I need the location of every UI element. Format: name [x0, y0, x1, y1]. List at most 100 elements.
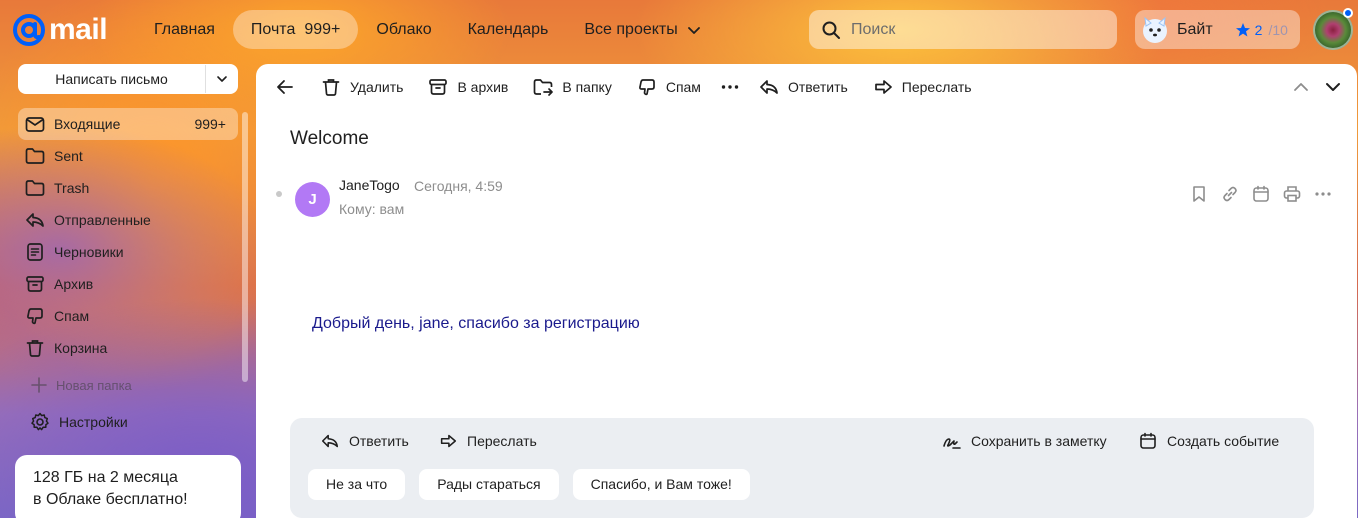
message-body: Добрый день, jane, спасибо за регистраци…: [312, 315, 640, 332]
chevron-down-icon: [687, 26, 700, 34]
sent-icon: [26, 213, 44, 227]
smart-reply-chip[interactable]: Рады стараться: [419, 469, 559, 500]
nav-mail-count: 999+: [304, 21, 341, 38]
nav-calendar[interactable]: Календарь: [450, 10, 567, 49]
spam-button[interactable]: Спам: [636, 64, 701, 110]
forward-button[interactable]: Переслать: [872, 64, 972, 110]
signature-icon: [943, 438, 961, 449]
reply-label: Ответить: [787, 79, 848, 95]
top-nav: Главная Почта 999+ Облако Календарь Все …: [136, 10, 718, 49]
sidebar-item-trash[interactable]: Корзина: [18, 332, 238, 364]
sidebar-item-label: Спам: [54, 308, 90, 324]
quick-reply-label: Ответить: [349, 433, 409, 449]
message-panel: Удалить В архив В папку Спам Ответить Пе…: [256, 64, 1357, 518]
more-button[interactable]: [719, 64, 741, 110]
nav-calendar-label: Календарь: [467, 21, 549, 38]
smart-reply-chip[interactable]: Не за что: [308, 469, 406, 500]
logo-text: mail: [49, 13, 108, 46]
message-nav: [1279, 77, 1343, 97]
move-label: В папку: [562, 79, 612, 95]
sidebar-scrollbar[interactable]: [242, 112, 248, 382]
sidebar-item-sent[interactable]: Отправленные: [18, 204, 238, 236]
arrow-left-icon: [277, 80, 293, 94]
mail-icon: [25, 117, 45, 132]
nav-cloud[interactable]: Облако: [358, 10, 449, 49]
nav-mail[interactable]: Почта 999+: [232, 10, 359, 49]
sidebar-item-inbox[interactable]: Входящие 999+: [18, 108, 238, 140]
save-note-button[interactable]: Сохранить в заметку: [942, 431, 1107, 451]
forward-icon: [440, 434, 457, 448]
calendar-icon: [1140, 432, 1156, 449]
folder-move-icon: [534, 79, 554, 96]
chevron-down-icon: [217, 76, 227, 82]
quick-reply-button[interactable]: Ответить: [320, 431, 409, 451]
sidebar-item-label: Архив: [54, 276, 94, 292]
archive-label: В архив: [457, 79, 509, 95]
plus-icon: [31, 377, 47, 393]
settings-label: Настройки: [59, 414, 128, 430]
spam-label: Спам: [665, 79, 701, 95]
search-box[interactable]: [809, 10, 1117, 49]
more-horizontal-icon[interactable]: [1313, 184, 1333, 204]
new-folder-button[interactable]: Новая папка: [30, 376, 132, 394]
forward-label: Переслать: [901, 79, 972, 95]
search-input[interactable]: [851, 20, 1091, 39]
notification-dot: [1343, 8, 1353, 18]
smart-reply-chip[interactable]: Спасибо, и Вам тоже!: [572, 469, 750, 500]
printer-icon[interactable]: [1282, 184, 1302, 204]
smart-reply-chips: Не за что Рады стараться Спасибо, и Вам …: [308, 469, 764, 500]
chevron-up-icon[interactable]: [1291, 77, 1311, 97]
back-button[interactable]: [274, 64, 296, 110]
bookmark-icon[interactable]: [1189, 184, 1209, 204]
nav-home[interactable]: Главная: [136, 10, 233, 49]
message-recipient[interactable]: Кому: вам: [339, 201, 404, 217]
settings-button[interactable]: Настройки: [30, 412, 128, 432]
inbox-count: 999+: [194, 116, 226, 132]
sidebar-item-archive[interactable]: Архив: [18, 268, 238, 300]
sidebar-item-label: Trash: [54, 180, 90, 196]
compose-button[interactable]: Написать письмо: [18, 64, 205, 94]
calendar-icon[interactable]: [1251, 184, 1271, 204]
reply-icon: [760, 80, 778, 94]
archive-button[interactable]: В архив: [427, 64, 508, 110]
mail-logo[interactable]: mail: [12, 13, 108, 47]
link-icon[interactable]: [1220, 184, 1240, 204]
folder-list: Входящие 999+ Sent Trash Отправленные Че…: [18, 108, 238, 364]
promo-line-2: в Облаке бесплатно!: [33, 491, 188, 508]
sidebar-item-drafts[interactable]: Черновики: [18, 236, 238, 268]
sender-name[interactable]: JaneTogo: [339, 177, 400, 193]
sidebar-item-label: Входящие: [54, 116, 121, 132]
cloud-promo-banner[interactable]: 128 ГБ на 2 месяца в Облаке бесплатно!: [15, 455, 241, 518]
save-note-label: Сохранить в заметку: [971, 433, 1107, 449]
sidebar-item-spam[interactable]: Спам: [18, 300, 238, 332]
sidebar-item-label: Sent: [54, 148, 83, 164]
promo-line-1: 128 ГБ на 2 месяца: [33, 469, 178, 486]
delete-button[interactable]: Удалить: [320, 64, 403, 110]
read-status-dot[interactable]: [276, 191, 282, 197]
search-icon: [822, 21, 840, 39]
folder-icon: [25, 148, 45, 164]
quick-forward-label: Переслать: [467, 433, 537, 449]
bait-widget[interactable]: Байт 2 /10: [1135, 10, 1300, 49]
trash-icon: [26, 340, 44, 357]
more-horizontal-icon: [721, 85, 739, 89]
nav-all-projects-label: Все проекты: [584, 21, 678, 38]
sidebar-item-label: Отправленные: [54, 212, 151, 228]
reply-button[interactable]: Ответить: [758, 64, 848, 110]
create-event-button[interactable]: Создать событие: [1138, 431, 1279, 451]
quick-reply-panel: Ответить Переслать Сохранить в заметку С…: [290, 418, 1314, 518]
sidebar-item-sent-en[interactable]: Sent: [18, 140, 238, 172]
create-event-label: Создать событие: [1167, 433, 1280, 449]
quick-forward-button[interactable]: Переслать: [438, 431, 537, 451]
top-header: mail Главная Почта 999+ Облако Календарь…: [0, 0, 1358, 60]
new-folder-label: Новая папка: [56, 377, 132, 393]
sender-avatar[interactable]: J: [295, 182, 330, 217]
star-icon: [1235, 22, 1250, 36]
bait-count: 2: [1254, 21, 1263, 38]
nav-all-projects[interactable]: Все проекты: [566, 10, 717, 49]
compose-button-group: Написать письмо: [18, 64, 238, 94]
move-to-folder-button[interactable]: В папку: [532, 64, 612, 110]
chevron-down-icon[interactable]: [1323, 77, 1343, 97]
compose-options-button[interactable]: [206, 64, 238, 94]
sidebar-item-trash-en[interactable]: Trash: [18, 172, 238, 204]
